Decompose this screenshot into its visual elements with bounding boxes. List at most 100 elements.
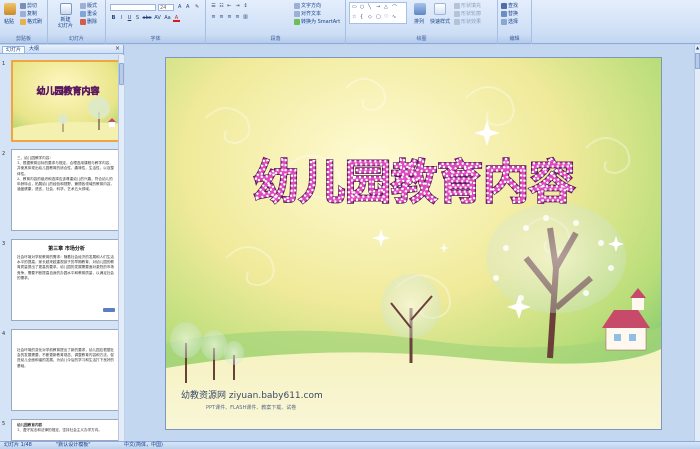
- line-spacing-button[interactable]: ↕: [242, 3, 249, 10]
- quick-styles-button[interactable]: 快速样式: [430, 18, 450, 25]
- arrow-shape-icon[interactable]: →: [376, 4, 380, 10]
- slide-thumbnail-4[interactable]: 社会环境的变化对学前教育提出了新的要求，幼儿园应根据社会的发展需要，不断更新教育…: [11, 329, 122, 411]
- underline-button[interactable]: U: [126, 15, 133, 22]
- shape-outline-button[interactable]: 形状轮廓: [454, 10, 481, 17]
- outline-icon: [454, 10, 460, 17]
- star-shape-icon[interactable]: ☆: [352, 14, 356, 20]
- scrollbar-thumb[interactable]: [119, 63, 124, 85]
- select-button[interactable]: 选择: [501, 18, 518, 25]
- justify-button[interactable]: ≡: [234, 14, 241, 21]
- bold-button[interactable]: B: [110, 15, 117, 22]
- thumb-5-text: 1、遵守宪法和法律的规定，坚持社会主义办学方向。: [17, 428, 102, 433]
- font-name-combo[interactable]: [110, 4, 156, 11]
- thumb-2-text: 三、幼儿园教学内容： 1、根据教育目标的要求与规定，合理选用课程与教学内容，并使…: [17, 156, 115, 192]
- curve-shape-icon[interactable]: ⌒: [392, 4, 397, 11]
- char-spacing-button[interactable]: AV: [153, 15, 162, 22]
- arrange-icon[interactable]: [414, 3, 426, 15]
- editor-scrollbar[interactable]: ▲: [694, 45, 700, 441]
- font-color-button[interactable]: A: [173, 15, 180, 22]
- grow-font-button[interactable]: A: [178, 4, 181, 10]
- thumb-number: 4: [2, 331, 6, 337]
- change-case-button[interactable]: Aa: [163, 15, 172, 22]
- language-indicator[interactable]: 中文(简体，中国): [124, 442, 163, 449]
- layout-button[interactable]: 版式: [80, 2, 97, 9]
- align-left-button[interactable]: ≡: [210, 14, 217, 21]
- diamond-shape-icon[interactable]: ◇: [368, 14, 372, 20]
- clipboard-group: 粘贴 剪切 复制 格式刷 剪贴板: [0, 0, 48, 44]
- panel-scrollbar[interactable]: [118, 55, 124, 441]
- ribbon: 粘贴 剪切 复制 格式刷 剪贴板 新建 幻灯片 版式 重设 删除 幻灯片 24 …: [0, 0, 700, 44]
- reset-button[interactable]: 重设: [80, 10, 97, 17]
- thumb-4-text: 社会环境的变化对学前教育提出了新的要求，幼儿园应根据社会的发展需要，不断更新教育…: [17, 348, 115, 368]
- tab-slides[interactable]: 幻灯片: [2, 46, 26, 53]
- reset-icon: [80, 10, 86, 17]
- oval-shape-icon[interactable]: ○: [360, 4, 364, 10]
- strikethrough-button[interactable]: abc: [142, 15, 152, 22]
- binoculars-icon: [501, 2, 507, 9]
- arrow-icon: [103, 308, 115, 312]
- fill-icon: [454, 2, 460, 9]
- current-slide[interactable]: 幼儿园教育内容 幼儿园教育内容 幼教资源网 ziyuan.baby611.com…: [165, 57, 662, 430]
- clipboard-label: 剪贴板: [0, 36, 47, 43]
- rectangle-shape-icon[interactable]: ▭: [352, 4, 357, 10]
- slide-thumbnail-3[interactable]: 第三章 市场分析 社会环境对学前教育的需求：随着社会经济的发展和人们生活水平的提…: [11, 239, 122, 321]
- wave-shape-icon[interactable]: ∿: [392, 14, 396, 20]
- shadow-button[interactable]: S: [134, 15, 141, 22]
- new-slide-button[interactable]: 新建 幻灯片: [58, 17, 73, 29]
- paste-icon[interactable]: [4, 3, 16, 15]
- decrease-indent-button[interactable]: ⇤: [226, 3, 233, 10]
- slide-editor: 幼儿园教育内容 幼儿园教育内容 幼教资源网 ziyuan.baby611.com…: [125, 45, 700, 441]
- italic-button[interactable]: I: [118, 15, 125, 22]
- callout-shape-icon[interactable]: ▢: [376, 14, 381, 20]
- font-size-combo[interactable]: 24: [158, 4, 174, 11]
- website-text[interactable]: 幼教资源网 ziyuan.baby611.com: [181, 389, 323, 401]
- editing-label: 编辑: [498, 36, 531, 43]
- paste-button[interactable]: 粘贴: [4, 18, 14, 25]
- align-center-button[interactable]: ≡: [218, 14, 225, 21]
- new-slide-icon[interactable]: [60, 3, 72, 15]
- brace-shape-icon[interactable]: {: [360, 14, 363, 20]
- shape-effects-button[interactable]: 形状效果: [454, 18, 481, 25]
- numbering-button[interactable]: ☷: [218, 3, 225, 10]
- thumb-3-text: 社会环境对学前教育的需求：随着社会经济的发展和人们生活水平的提高，家长越来越重视…: [17, 255, 115, 280]
- effects-icon: [454, 18, 460, 25]
- slide-thumbnail-1[interactable]: 幼儿园教育内容: [11, 60, 122, 142]
- increase-indent-button[interactable]: ⇥: [234, 3, 241, 10]
- bullets-button[interactable]: ☰: [210, 3, 217, 10]
- delete-icon: [80, 18, 86, 25]
- arrange-button[interactable]: 排列: [414, 18, 424, 25]
- smartart-icon: [294, 18, 300, 25]
- heart-shape-icon[interactable]: ♡: [384, 14, 388, 20]
- tab-outline[interactable]: 大纲: [26, 46, 42, 53]
- thumb-1-art: 幼儿园教育内容: [13, 62, 120, 140]
- format-painter-button[interactable]: 格式刷: [20, 18, 42, 25]
- align-right-button[interactable]: ≡: [226, 14, 233, 21]
- shapes-gallery[interactable]: ▭ ○ ╲ → △ ⌒ ☆ { ◇ ▢ ♡ ∿: [349, 2, 407, 24]
- smartart-button[interactable]: 转换为 SmartArt: [294, 18, 340, 25]
- thumb-number: 2: [2, 151, 6, 157]
- scrollbar-thumb[interactable]: [695, 53, 700, 69]
- delete-button[interactable]: 删除: [80, 18, 97, 25]
- columns-button[interactable]: ▥: [242, 14, 249, 21]
- find-button[interactable]: 查找: [501, 2, 518, 9]
- shrink-font-button[interactable]: A: [186, 4, 189, 10]
- scroll-up-icon[interactable]: ▲: [695, 45, 700, 51]
- copy-button[interactable]: 复制: [20, 10, 37, 17]
- align-text-button[interactable]: 对齐文本: [294, 10, 321, 17]
- triangle-shape-icon[interactable]: △: [384, 4, 388, 10]
- thumb-1-title: 幼儿园教育内容: [36, 85, 99, 97]
- line-shape-icon[interactable]: ╲: [368, 4, 371, 10]
- cut-button[interactable]: 剪切: [20, 2, 37, 9]
- slide-thumbnail-2[interactable]: 三、幼儿园教学内容： 1、根据教育目标的要求与规定，合理选用课程与教学内容，并使…: [11, 149, 122, 231]
- quick-styles-icon[interactable]: [434, 3, 446, 15]
- text-direction-button[interactable]: 文字方向: [294, 2, 321, 9]
- clear-format-button[interactable]: ✎: [195, 4, 199, 10]
- slide-thumbnail-5[interactable]: 幼儿园教育内容 1、遵守宪法和法律的规定，坚持社会主义办学方向。: [11, 419, 122, 441]
- thumb-number: 1: [2, 61, 6, 67]
- brush-icon: [20, 18, 26, 25]
- replace-button[interactable]: 替换: [501, 10, 518, 17]
- paragraph-group: ☰ ☷ ⇤ ⇥ ↕ ≡ ≡ ≡ ≡ ▥ 文字方向 对齐文本 转换为 SmartA…: [206, 0, 346, 44]
- panel-close-icon[interactable]: ×: [115, 45, 120, 52]
- shape-fill-button[interactable]: 形状填充: [454, 2, 481, 9]
- text-direction-icon: [294, 2, 300, 9]
